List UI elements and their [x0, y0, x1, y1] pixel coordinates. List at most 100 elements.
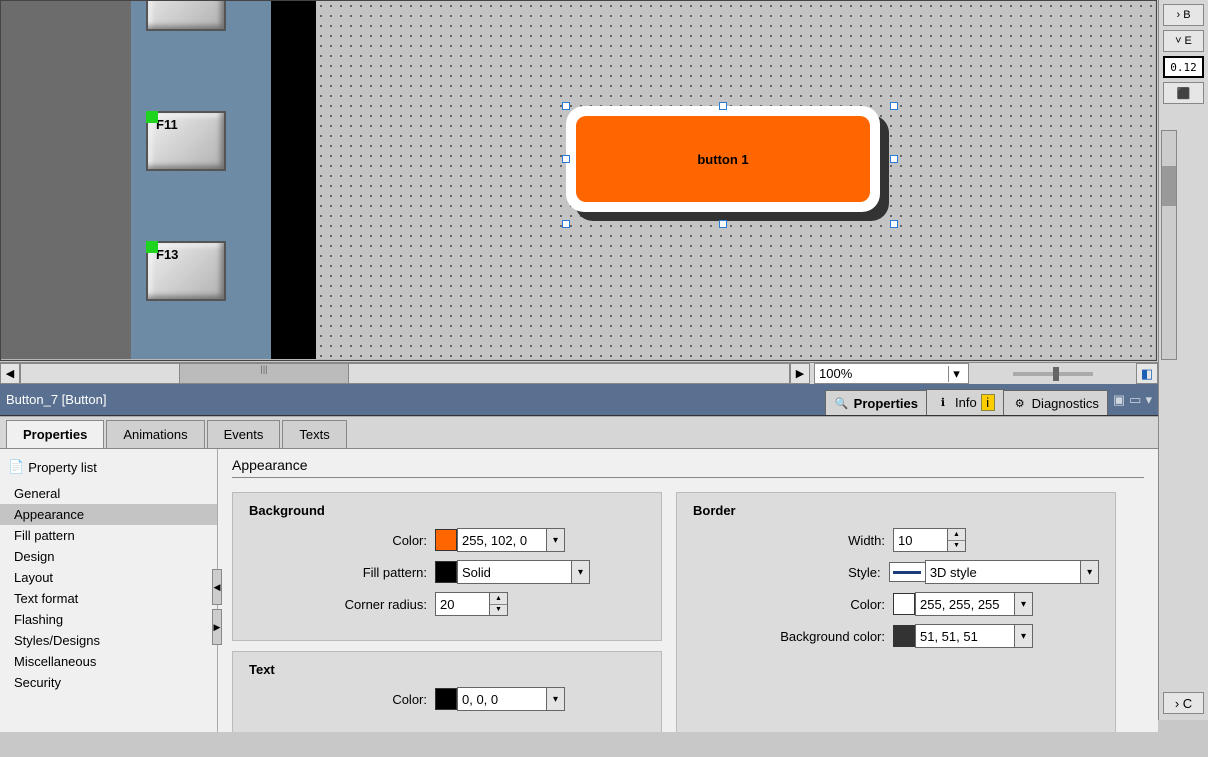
border-style-dropdown[interactable]: ▾ — [1081, 560, 1099, 584]
bg-color-input[interactable]: 255, 102, 0 — [457, 528, 547, 552]
resize-handle-br[interactable] — [890, 220, 898, 228]
proplist-stylesdesigns[interactable]: Styles/Designs — [0, 630, 217, 651]
selected-button-object[interactable]: button 1 — [566, 106, 880, 212]
proplist-design[interactable]: Design — [0, 546, 217, 567]
canvas-blue-zone — [131, 1, 271, 359]
fieldset-border-title: Border — [693, 503, 1099, 518]
fkey-f9[interactable]: F9 — [146, 1, 226, 31]
button-label: button 1 — [697, 152, 748, 167]
border-color-dropdown[interactable]: ▾ — [1015, 592, 1033, 616]
resize-handle-tm[interactable] — [719, 102, 727, 110]
tab-info[interactable]: ℹInfoi — [926, 389, 1004, 415]
border-width-spinner[interactable]: ▲▼ — [948, 528, 966, 552]
fkey-marker-icon — [146, 241, 158, 253]
proplist-general[interactable]: General — [0, 483, 217, 504]
border-bg-swatch[interactable] — [893, 625, 915, 647]
right-strip-item-1[interactable]: ˅ E — [1163, 30, 1204, 52]
border-bg-dropdown[interactable]: ▾ — [1015, 624, 1033, 648]
fit-screen-icon[interactable]: ◧ — [1136, 363, 1158, 384]
zoom-select[interactable]: 100%▾ — [814, 363, 969, 384]
bg-radius-spinner[interactable]: ▲▼ — [490, 592, 508, 616]
inner-tab-animations[interactable]: Animations — [106, 420, 204, 448]
proplist-appearance[interactable]: Appearance — [0, 504, 217, 525]
text-color-swatch[interactable] — [435, 688, 457, 710]
proplist-fillpattern[interactable]: Fill pattern — [0, 525, 217, 546]
resize-handle-tl[interactable] — [562, 102, 570, 110]
properties-body: 📄Property list General Appearance Fill p… — [0, 448, 1158, 732]
right-strip-numeric-icon[interactable]: 0.12 — [1163, 56, 1204, 78]
border-color-label: Color: — [693, 597, 893, 612]
border-style-label: Style: — [693, 565, 889, 580]
inner-tab-texts[interactable]: Texts — [282, 420, 346, 448]
inner-tab-properties[interactable]: Properties — [6, 420, 104, 448]
window-layout-icon[interactable]: ▣ — [1113, 392, 1125, 408]
border-color-swatch[interactable] — [893, 593, 915, 615]
right-scrollbar[interactable] — [1161, 130, 1177, 360]
resize-handle-ml[interactable] — [562, 155, 570, 163]
inner-tab-events[interactable]: Events — [207, 420, 281, 448]
resize-handle-mr[interactable] — [890, 155, 898, 163]
property-list-panel: 📄Property list General Appearance Fill p… — [0, 449, 218, 732]
border-bg-label: Background color: — [693, 629, 893, 644]
resize-handle-tr[interactable] — [890, 102, 898, 110]
bg-fill-dropdown[interactable]: ▾ — [572, 560, 590, 584]
resize-handle-bm[interactable] — [719, 220, 727, 228]
fieldset-text-title: Text — [249, 662, 645, 677]
bg-color-dropdown[interactable]: ▾ — [547, 528, 565, 552]
right-strip-item-0[interactable]: › B — [1163, 4, 1204, 26]
bg-fill-swatch[interactable] — [435, 561, 457, 583]
window-collapse-icon[interactable]: ▾ — [1145, 392, 1152, 408]
border-style-preview — [889, 562, 926, 582]
text-color-dropdown[interactable]: ▾ — [547, 687, 565, 711]
text-color-input[interactable]: 0, 0, 0 — [457, 687, 547, 711]
fieldset-border: Border Width: 10 ▲▼ Style: 3D style ▾ Co… — [676, 492, 1116, 732]
right-tool-strip: › B ˅ E 0.12 ⬛ › C — [1158, 0, 1208, 720]
hscroll-thumb[interactable] — [179, 364, 349, 383]
inner-tab-row: Properties Animations Events Texts — [0, 416, 1158, 448]
hscroll-left-button[interactable]: ◀ — [0, 363, 20, 384]
bg-fill-select[interactable]: Solid — [457, 560, 572, 584]
fieldset-background-title: Background — [249, 503, 645, 518]
proplist-misc[interactable]: Miscellaneous — [0, 651, 217, 672]
border-width-input[interactable]: 10 — [893, 528, 948, 552]
panel-expand-handle[interactable]: ▶ — [212, 609, 222, 645]
fieldset-text: Text Color: 0, 0, 0 ▾ — [232, 651, 662, 732]
fkey-f11[interactable]: F11 — [146, 111, 226, 171]
border-bg-input[interactable]: 51, 51, 51 — [915, 624, 1015, 648]
fkey-f13[interactable]: F13 — [146, 241, 226, 301]
panel-heading: Appearance — [232, 457, 1144, 473]
hscroll-right-button[interactable]: ▶ — [790, 363, 810, 384]
bg-color-swatch[interactable] — [435, 529, 457, 551]
object-title-bar: Button_7 [Button] 🔍Properties ℹInfoi ⚙Di… — [0, 384, 1158, 416]
border-color-input[interactable]: 255, 255, 255 — [915, 592, 1015, 616]
proplist-textformat[interactable]: Text format — [0, 588, 217, 609]
panel-collapse-handle[interactable]: ◀ — [212, 569, 222, 605]
right-strip-item-3[interactable]: ⬛ — [1163, 82, 1204, 104]
proplist-layout[interactable]: Layout — [0, 567, 217, 588]
proplist-flashing[interactable]: Flashing — [0, 609, 217, 630]
resize-handle-bl[interactable] — [562, 220, 570, 228]
proplist-security[interactable]: Security — [0, 672, 217, 693]
canvas-footer-row: ◀ ▶ 100%▾ ◧ — [0, 362, 1158, 384]
bg-color-label: Color: — [249, 533, 435, 548]
canvas-black-zone — [271, 1, 316, 359]
property-detail-panel: Appearance Background Color: 255, 102, 0… — [218, 449, 1158, 732]
border-width-label: Width: — [693, 533, 893, 548]
fkey-marker-icon — [146, 111, 158, 123]
tab-diagnostics[interactable]: ⚙Diagnostics — [1003, 390, 1108, 415]
design-canvas[interactable]: F9 F11 F13 button 1 — [0, 0, 1157, 361]
properties-icon: 🔍 — [834, 395, 850, 411]
window-dock-icon[interactable]: ▭ — [1129, 392, 1141, 408]
bg-fill-label: Fill pattern: — [249, 565, 435, 580]
border-style-select[interactable]: 3D style — [925, 560, 1082, 584]
chevron-down-icon[interactable]: ▾ — [948, 366, 964, 382]
right-strip-bottom[interactable]: › C — [1163, 692, 1204, 714]
bg-radius-label: Corner radius: — [249, 597, 435, 612]
tab-properties[interactable]: 🔍Properties — [825, 390, 927, 415]
bg-radius-input[interactable]: 20 — [435, 592, 490, 616]
hscroll-track[interactable] — [20, 363, 790, 384]
diagnostics-icon: ⚙ — [1012, 395, 1028, 411]
property-list-icon: 📄 — [8, 459, 24, 475]
zoom-slider[interactable] — [969, 363, 1136, 384]
scrollbar-thumb[interactable] — [1162, 166, 1176, 206]
